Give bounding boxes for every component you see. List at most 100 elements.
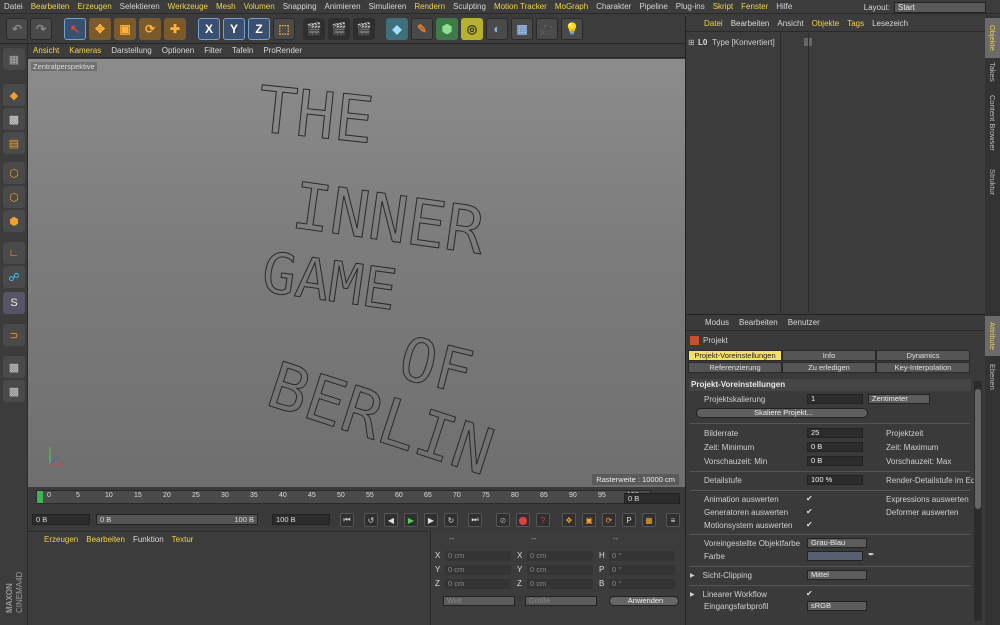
array-icon[interactable]: ◎ (461, 18, 483, 40)
menu-volumen[interactable]: Volumen (240, 0, 279, 14)
tab-zu-erledigen[interactable]: Zu erledigen (782, 362, 876, 373)
motionsystem-checkbox[interactable]: ✔ (806, 521, 814, 529)
menu-snapping[interactable]: Snapping (279, 0, 321, 14)
viewport-menu-kameras[interactable]: Kameras (64, 46, 106, 55)
solo-mode-icon[interactable]: S (3, 292, 25, 314)
menu-bearbeiten[interactable]: Bearbeiten (27, 0, 74, 14)
model-mode-icon[interactable]: ◆ (3, 84, 25, 106)
menu-simulieren[interactable]: Simulieren (365, 0, 411, 14)
coord-value-field[interactable]: 0 cm (445, 551, 511, 561)
transform-tool-icon[interactable]: ✚ (164, 18, 186, 40)
cube-primitive-icon[interactable]: ◆ (386, 18, 408, 40)
undo-button[interactable]: ↶ (6, 18, 28, 40)
menu-sculpting[interactable]: Sculpting (449, 0, 490, 14)
viewport-menu-prorender[interactable]: ProRender (258, 46, 307, 55)
viewport-menu-tafeln[interactable]: Tafeln (227, 46, 258, 55)
coordinate-system-icon[interactable]: ⬚ (273, 18, 295, 40)
camera-icon[interactable]: 🎥 (536, 18, 558, 40)
coord-value-field[interactable]: 0 ° (609, 551, 675, 561)
subdivision-icon[interactable]: ⬢ (436, 18, 458, 40)
tweak-mode-icon[interactable]: ☍ (3, 266, 25, 288)
previous-key-icon[interactable]: ↺ (364, 513, 378, 527)
side-tab-objekte[interactable]: Objekte (985, 18, 1000, 58)
scale-tool-icon[interactable]: ▣ (114, 18, 136, 40)
tab-info[interactable]: Info (782, 350, 876, 361)
coord-value-field[interactable]: 0 cm (527, 551, 593, 561)
viewport-menu-ansicht[interactable]: Ansicht (28, 46, 64, 55)
autokeying-icon[interactable]: ? (536, 513, 550, 527)
object-menu-datei[interactable]: Datei (700, 19, 727, 28)
key-scale-icon[interactable]: ▣ (582, 513, 596, 527)
snapping-icon[interactable]: ⊃ (3, 324, 25, 346)
preview-range-slider[interactable]: 0 B 100 B (96, 514, 258, 525)
menu-rendern[interactable]: Rendern (410, 0, 449, 14)
objektfarbe-dropdown[interactable]: Grau-Blau (807, 538, 867, 548)
menu-werkzeuge[interactable]: Werkzeuge (164, 0, 212, 14)
tab-projekt-voreinstellungen[interactable]: Projekt-Voreinstellungen (688, 350, 782, 361)
expand-icon[interactable]: ⊞ (688, 38, 698, 47)
points-mode-icon[interactable]: ⬡ (3, 162, 25, 184)
attribute-scrollbar[interactable] (974, 381, 982, 621)
key-rotation-icon[interactable]: ⟳ (602, 513, 616, 527)
side-tab-attribute[interactable]: Attribute (985, 316, 1000, 356)
record-keys-icon[interactable]: ⬤ (516, 513, 530, 527)
animation-checkbox[interactable]: ✔ (806, 495, 814, 503)
menu-animieren[interactable]: Animieren (321, 0, 365, 14)
coord-value-field[interactable]: 0 cm (445, 579, 511, 589)
rotate-tool-icon[interactable]: ⟳ (139, 18, 161, 40)
playhead-marker[interactable] (37, 491, 43, 503)
menu-plug-ins[interactable]: Plug-ins (672, 0, 709, 14)
projektskalierung-field[interactable]: 1 (807, 394, 863, 404)
menu-charakter[interactable]: Charakter (592, 0, 635, 14)
live-selection-icon[interactable]: ↖ (64, 18, 86, 40)
skaliere-projekt-button[interactable]: Skaliere Projekt... (696, 408, 868, 418)
coord-system-dropdown[interactable]: Welt (443, 596, 515, 606)
projektskalierung-unit-dropdown[interactable]: Zentimeter (868, 394, 930, 404)
coord-value-field[interactable]: 0 ° (609, 565, 675, 575)
menu-mesh[interactable]: Mesh (212, 0, 240, 14)
x-axis-lock-button[interactable]: X (198, 18, 220, 40)
previous-frame-icon[interactable]: ◀ (384, 513, 398, 527)
next-key-icon[interactable]: ↻ (444, 513, 458, 527)
side-tab-struktur[interactable]: Struktur (985, 162, 1000, 202)
coord-value-field[interactable]: 0 cm (527, 579, 593, 589)
side-tab-takes[interactable]: Takes (985, 60, 1000, 84)
object-menu-tags[interactable]: Tags (843, 19, 868, 28)
apply-button[interactable]: Anwenden (609, 596, 679, 606)
material-menu-funktion[interactable]: Funktion (129, 535, 168, 544)
object-menu-ansicht[interactable]: Ansicht (773, 19, 807, 28)
viewport-menu-optionen[interactable]: Optionen (157, 46, 199, 55)
coord-value-field[interactable]: 0 ° (609, 579, 675, 589)
sicht-clipping-dropdown[interactable]: Mittel (807, 570, 867, 580)
end-frame-field[interactable]: 100 B (272, 514, 330, 525)
menu-pipeline[interactable]: Pipeline (635, 0, 671, 14)
object-menu-bearbeiten[interactable]: Bearbeiten (727, 19, 774, 28)
motion-record-icon[interactable]: ⊘ (496, 513, 510, 527)
tab-referenzierung[interactable]: Referenzierung (688, 362, 782, 373)
timeline-layout-icon[interactable]: ≡ (666, 513, 680, 527)
object-menu-objekte[interactable]: Objekte (808, 19, 844, 28)
viewport-menu-filter[interactable]: Filter (199, 46, 227, 55)
attribute-menu-benutzer[interactable]: Benutzer (783, 318, 825, 327)
object-menu-lesezeich[interactable]: Lesezeich (868, 19, 912, 28)
planar-workplane-icon[interactable]: ▩ (3, 380, 25, 402)
render-settings-icon[interactable]: 🎬 (353, 18, 375, 40)
bilderrate-field[interactable]: 25 (807, 428, 863, 438)
material-menu-bearbeiten[interactable]: Bearbeiten (82, 535, 129, 544)
current-frame-field[interactable]: 0 B (624, 493, 680, 504)
workplane-icon[interactable]: ▤ (3, 132, 25, 154)
expand-sicht-clipping-icon[interactable]: ▶ (690, 572, 695, 579)
attribute-menu-bearbeiten[interactable]: Bearbeiten (734, 318, 783, 327)
expand-linear-workflow-icon[interactable]: ▶ (690, 591, 695, 598)
layout-dropdown[interactable]: Start (894, 1, 986, 13)
menu-erzeugen[interactable]: Erzeugen (73, 0, 115, 14)
timeline-ruler[interactable]: 0510152025303540455055606570758085909510… (36, 490, 651, 504)
polygons-mode-icon[interactable]: ⬢ (3, 210, 25, 232)
tab-key-interpolation[interactable]: Key-Interpolation (876, 362, 970, 373)
key-position-icon[interactable]: ✥ (562, 513, 576, 527)
vorschauzeit-min-field[interactable]: 0 B (807, 456, 863, 466)
menu-motion-tracker[interactable]: Motion Tracker (490, 0, 551, 14)
light-icon[interactable]: 💡 (561, 18, 583, 40)
farbe-swatch[interactable] (807, 551, 863, 561)
move-tool-icon[interactable]: ✥ (89, 18, 111, 40)
